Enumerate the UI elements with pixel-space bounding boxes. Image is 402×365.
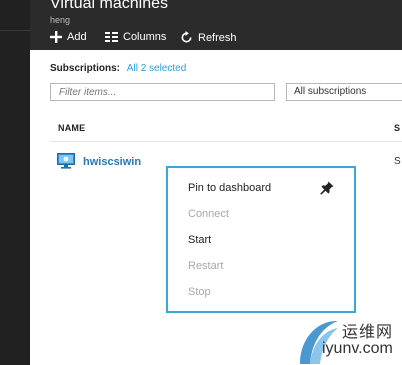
watermark-text-cn: 运维网	[342, 324, 394, 341]
menu-item-restart[interactable]: Restart	[188, 260, 223, 272]
menu-item-pin-to-dashboard[interactable]: Pin to dashboard	[188, 182, 271, 194]
virtual-machine-icon	[57, 153, 75, 169]
left-nav-divider	[0, 30, 30, 31]
subscription-select[interactable]: All subscriptions	[286, 83, 402, 101]
menu-item-start[interactable]: Start	[188, 234, 211, 246]
refresh-button[interactable]: Refresh	[180, 31, 237, 44]
plus-icon	[50, 31, 62, 43]
watermark-text-domain: iyunv.com	[322, 340, 393, 357]
refresh-icon	[181, 31, 192, 43]
subscriptions-filter: Subscriptions: All 2 selected	[50, 63, 186, 74]
columns-icon	[105, 32, 118, 42]
columns-label: Columns	[123, 31, 167, 43]
page-title: Virtual machines	[50, 0, 168, 12]
pin-icon	[320, 181, 334, 195]
column-header-name[interactable]: NAME	[58, 123, 85, 133]
vm-status-cell: S	[394, 156, 401, 167]
subscriptions-label: Subscriptions:	[50, 63, 121, 74]
left-nav-rail	[0, 0, 30, 365]
add-button[interactable]: Add	[50, 31, 87, 43]
header-divider	[50, 141, 402, 142]
menu-item-connect[interactable]: Connect	[188, 208, 229, 220]
refresh-label: Refresh	[198, 31, 237, 44]
filter-items-input[interactable]	[50, 83, 275, 101]
page-subtitle: heng	[50, 15, 71, 25]
vm-name-link[interactable]: hwiscsiwin	[83, 156, 141, 168]
columns-button[interactable]: Columns	[105, 31, 166, 43]
context-menu: Pin to dashboard Connect Start Restart S…	[166, 166, 356, 313]
subscriptions-link[interactable]: All 2 selected	[127, 63, 186, 74]
column-header-status[interactable]: S	[394, 123, 400, 133]
menu-item-stop[interactable]: Stop	[188, 286, 211, 298]
blade-header: Virtual machines heng Add Columns Refres…	[30, 0, 402, 50]
add-label: Add	[67, 31, 87, 43]
